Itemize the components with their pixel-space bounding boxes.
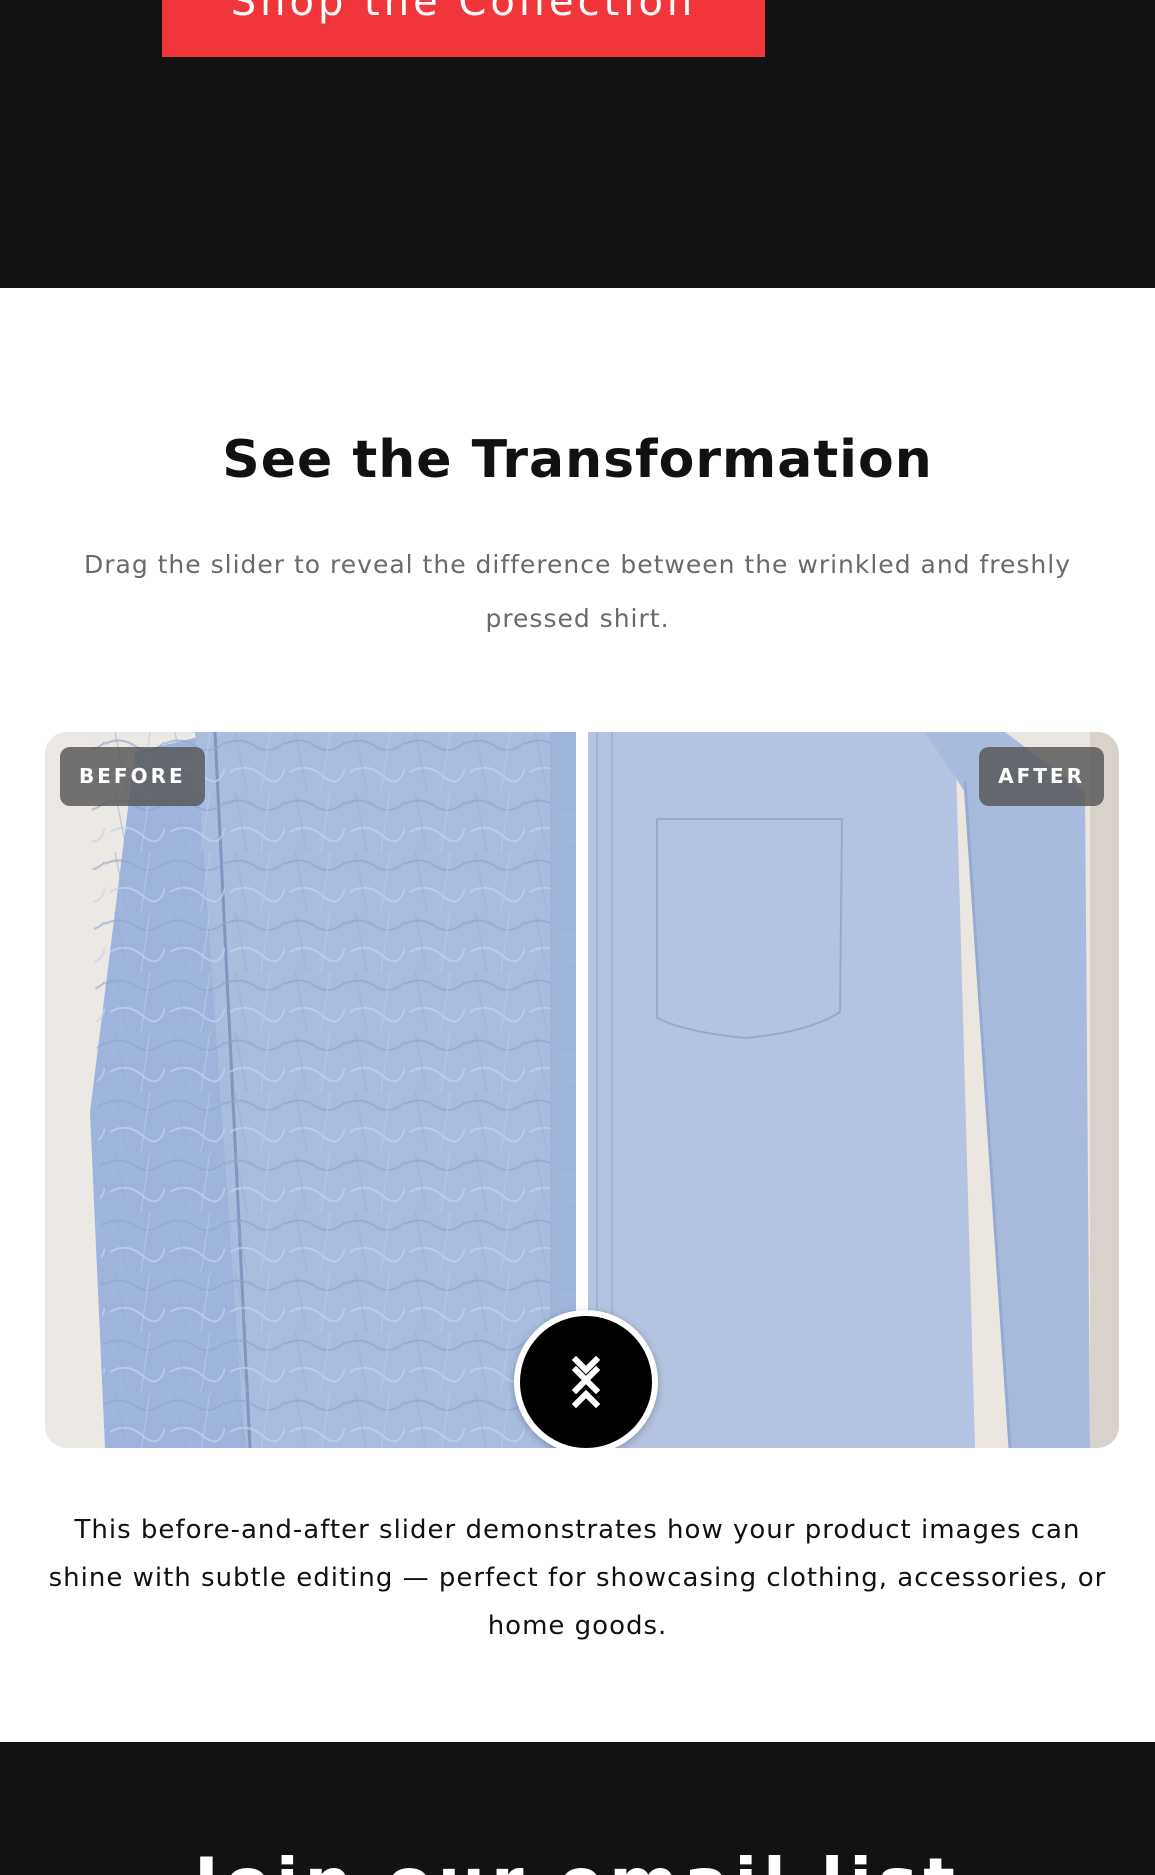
newsletter-section: Join our email list — [0, 1742, 1155, 1875]
slider-description: This before-and-after slider demonstrate… — [48, 1515, 1107, 1641]
section-subtitle: Drag the slider to reveal the difference… — [83, 550, 1072, 633]
drag-arrows-icon — [571, 1355, 601, 1409]
before-after-slider[interactable]: BEFORE AFTER — [45, 732, 1119, 1448]
section-title: See the Transformation — [222, 430, 933, 490]
transformation-section: See the Transformation Drag the slider t… — [0, 288, 1155, 1742]
shop-collection-button[interactable]: Shop the Collection — [162, 0, 765, 57]
newsletter-title: Join our email list — [0, 1844, 1155, 1875]
before-badge: BEFORE — [60, 747, 205, 806]
shop-collection-label: Shop the Collection — [230, 0, 697, 25]
after-badge: AFTER — [979, 747, 1104, 806]
hero-section: Shop the Collection — [0, 0, 1155, 288]
slider-handle[interactable] — [514, 1310, 658, 1448]
